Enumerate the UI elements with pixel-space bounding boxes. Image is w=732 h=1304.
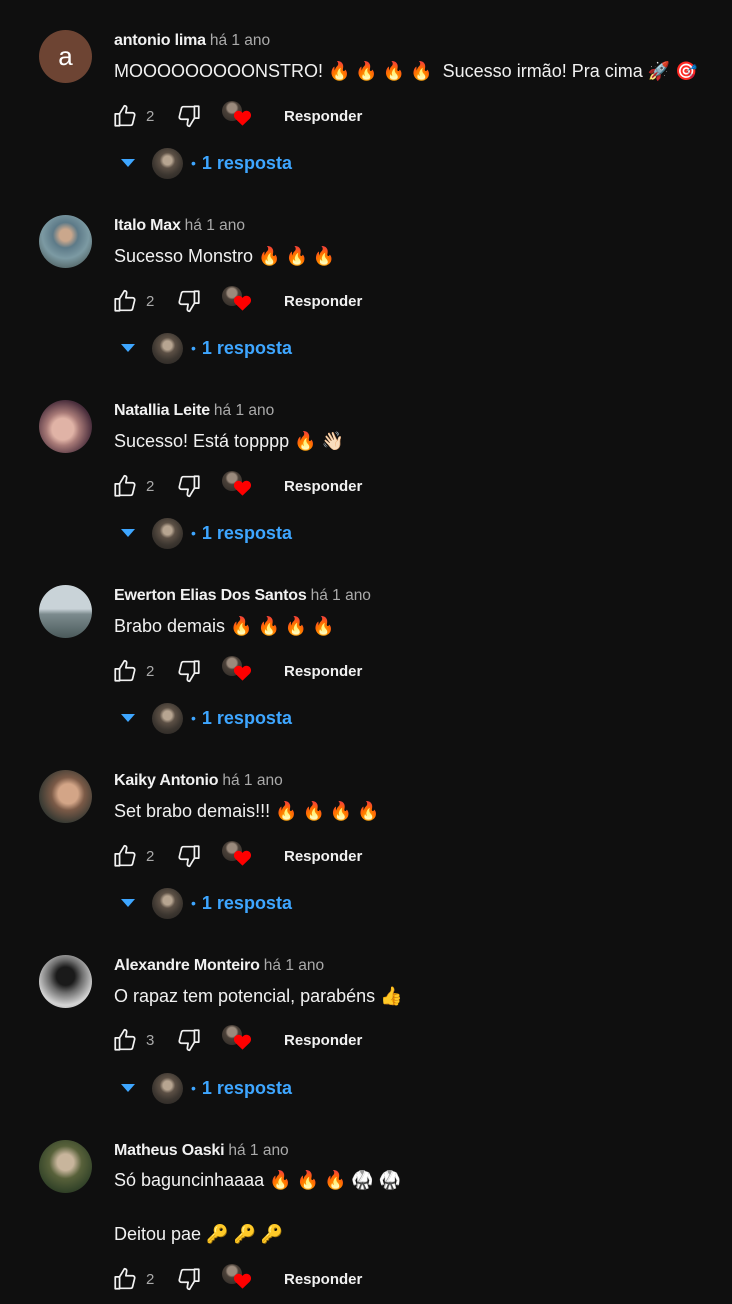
comment-actions: 2 Responder	[112, 101, 362, 131]
thumbs-up-icon[interactable]	[112, 843, 138, 869]
avatar[interactable]	[39, 400, 92, 453]
heart-icon	[233, 850, 252, 866]
comment-actions: 2 Responder	[112, 841, 362, 871]
replies-count-label: 1 resposta	[201, 522, 292, 543]
heart-icon	[233, 1034, 252, 1050]
thumbs-down-icon[interactable]	[176, 288, 202, 314]
separator-dot: •	[191, 895, 196, 911]
separator-dot: •	[191, 525, 196, 541]
creator-heart	[222, 471, 256, 501]
thumbs-up-icon[interactable]	[112, 473, 138, 499]
view-replies-button[interactable]: • 1 resposta	[121, 1071, 292, 1105]
view-replies-button[interactable]: • 1 resposta	[121, 146, 292, 180]
separator-dot: •	[191, 1080, 196, 1096]
thumbs-up-icon[interactable]	[112, 103, 138, 129]
comment-text: Brabo demais 🔥 🔥 🔥 🔥	[114, 616, 335, 636]
replies-count-label: 1 resposta	[201, 1077, 292, 1098]
separator-dot: •	[191, 155, 196, 171]
heart-icon	[233, 295, 252, 311]
caret-down-icon	[121, 714, 135, 722]
comment-actions: 2 Responder	[112, 471, 362, 501]
view-replies-button[interactable]: • 1 resposta	[121, 516, 292, 550]
reply-author-avatar	[152, 147, 183, 179]
comment-text: Set brabo demais!!! 🔥 🔥 🔥 🔥	[114, 801, 380, 821]
comment-actions: 3 Responder	[112, 1025, 362, 1055]
reply-button[interactable]: Responder	[284, 478, 362, 495]
thumbs-down-icon[interactable]	[176, 1027, 202, 1053]
comment-text: Só baguncinhaaaa 🔥 🔥 🔥 🥋 🥋 Deitou pae 🔑 …	[114, 1170, 402, 1244]
heart-icon	[233, 1273, 252, 1289]
caret-down-icon	[121, 529, 135, 537]
separator-dot: •	[191, 340, 196, 356]
caret-down-icon	[121, 899, 135, 907]
replies-count-label: 1 resposta	[201, 152, 292, 173]
avatar[interactable]	[39, 1140, 92, 1193]
replies-count-label: 1 resposta	[201, 707, 292, 728]
comment-header: Matheus Oaski há 1 ano	[114, 1142, 289, 1160]
like-count: 3	[146, 1031, 155, 1049]
author-name[interactable]: Matheus Oaski	[114, 1142, 225, 1159]
creator-heart	[222, 286, 256, 316]
creator-heart	[222, 1025, 256, 1055]
avatar[interactable]	[39, 770, 92, 823]
view-replies-button[interactable]: • 1 resposta	[121, 331, 292, 365]
reply-author-avatar	[152, 1072, 183, 1104]
caret-down-icon	[121, 344, 135, 352]
thumbs-up-icon[interactable]	[112, 658, 138, 684]
replies-count-label: 1 resposta	[201, 337, 292, 358]
caret-down-icon	[121, 1084, 135, 1092]
published-time[interactable]: há 1 ano	[228, 1142, 288, 1159]
like-count: 2	[146, 1270, 155, 1288]
like-count: 2	[146, 662, 155, 680]
comment-text: MOOOOOOOOONSTRO! 🔥 🔥 🔥 🔥 Sucesso irmão! …	[114, 61, 698, 81]
thumbs-down-icon[interactable]	[176, 1266, 202, 1292]
view-replies-button[interactable]: • 1 resposta	[121, 886, 292, 920]
thumbs-down-icon[interactable]	[176, 658, 202, 684]
thumbs-up-icon[interactable]	[112, 288, 138, 314]
creator-heart	[222, 656, 256, 686]
creator-heart	[222, 1264, 256, 1294]
avatar[interactable]	[39, 955, 92, 1008]
creator-heart	[222, 841, 256, 871]
comment-actions: 2 Responder	[112, 286, 362, 316]
reply-author-avatar	[152, 332, 183, 364]
like-count: 2	[146, 477, 155, 495]
comment-text: Sucesso Monstro 🔥 🔥 🔥	[114, 246, 336, 266]
comment-text: Sucesso! Está topppp 🔥 👋🏻	[114, 431, 344, 451]
comment-actions: 2 Responder	[112, 656, 362, 686]
thumbs-down-icon[interactable]	[176, 103, 202, 129]
comment-actions: 2 Responder	[112, 1264, 362, 1294]
reply-author-avatar	[152, 887, 183, 919]
separator-dot: •	[191, 710, 196, 726]
comment-text: O rapaz tem potencial, parabéns 👍	[114, 986, 403, 1006]
like-count: 2	[146, 292, 155, 310]
avatar[interactable]	[39, 585, 92, 638]
reply-button[interactable]: Responder	[284, 663, 362, 680]
heart-icon	[233, 480, 252, 496]
thumbs-down-icon[interactable]	[176, 473, 202, 499]
thumbs-up-icon[interactable]	[112, 1266, 138, 1292]
reply-button[interactable]: Responder	[284, 848, 362, 865]
caret-down-icon	[121, 159, 135, 167]
thumbs-up-icon[interactable]	[112, 1027, 138, 1053]
creator-heart	[222, 101, 256, 131]
view-replies-button[interactable]: • 1 resposta	[121, 701, 292, 735]
avatar[interactable]: a	[39, 30, 92, 83]
reply-button[interactable]: Responder	[284, 1032, 362, 1049]
like-count: 2	[146, 847, 155, 865]
heart-icon	[233, 665, 252, 681]
reply-button[interactable]: Responder	[284, 108, 362, 125]
reply-author-avatar	[152, 702, 183, 734]
heart-icon	[233, 110, 252, 126]
thumbs-down-icon[interactable]	[176, 843, 202, 869]
reply-button[interactable]: Responder	[284, 293, 362, 310]
reply-button[interactable]: Responder	[284, 1271, 362, 1288]
like-count: 2	[146, 107, 155, 125]
replies-count-label: 1 resposta	[201, 892, 292, 913]
avatar[interactable]	[39, 215, 92, 268]
reply-author-avatar	[152, 517, 183, 549]
